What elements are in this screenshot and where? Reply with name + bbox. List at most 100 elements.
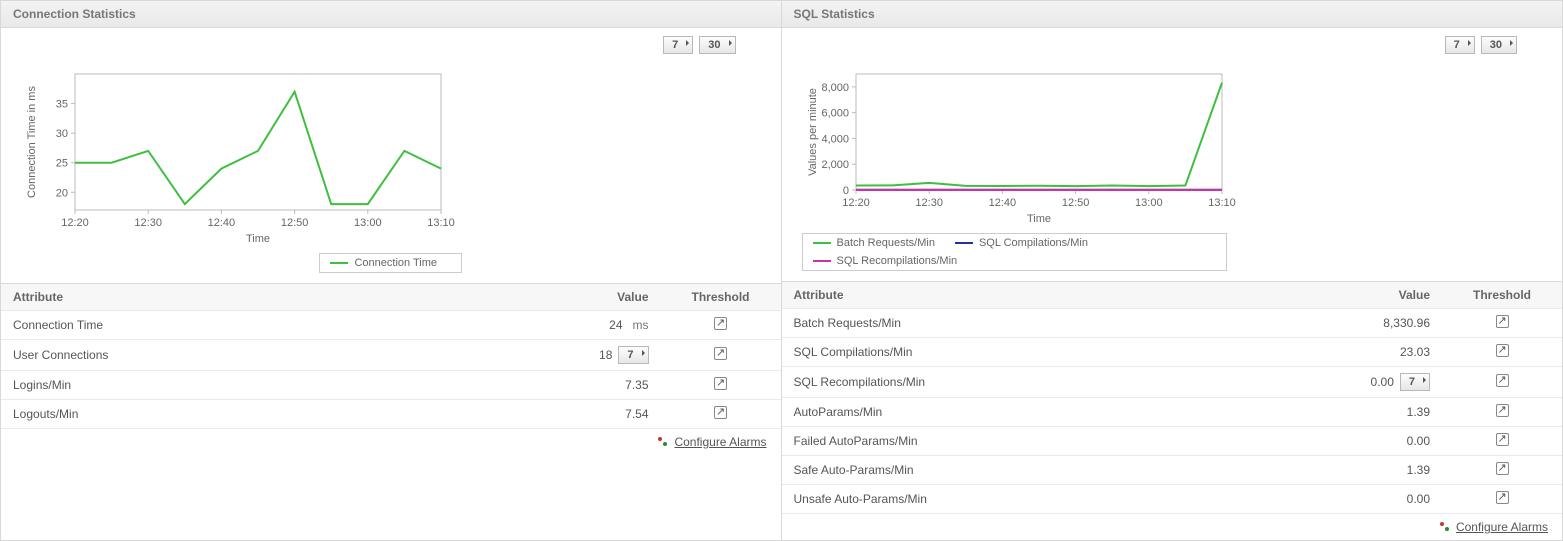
legend-label: Connection Time xyxy=(354,257,437,269)
threshold-icon[interactable] xyxy=(714,377,727,390)
svg-text:0: 0 xyxy=(842,185,848,197)
configure-alarms-row: Configure Alarms xyxy=(1,429,781,455)
range-30-button[interactable]: 30 xyxy=(1481,36,1517,54)
svg-text:13:10: 13:10 xyxy=(427,217,455,229)
svg-text:12:30: 12:30 xyxy=(134,217,162,229)
threshold-icon[interactable] xyxy=(1496,344,1509,357)
table-sql-stats: Attribute Value Threshold Batch Requests… xyxy=(782,281,1563,514)
col-attribute: Attribute xyxy=(1,284,501,311)
range-7-button[interactable]: 7 xyxy=(1445,36,1475,54)
chart-sql-stats: 02,0004,0006,0008,00012:2012:3012:4012:5… xyxy=(782,54,1563,281)
threshold-icon[interactable] xyxy=(714,317,727,330)
col-attribute: Attribute xyxy=(782,282,1283,309)
svg-text:12:20: 12:20 xyxy=(61,217,89,229)
value-cell: 7.54 xyxy=(501,400,661,429)
table-connection-stats: Attribute Value Threshold Connection Tim… xyxy=(1,283,781,429)
alarm-icon xyxy=(1440,522,1450,532)
legend-swatch-icon xyxy=(813,260,831,262)
threshold-cell xyxy=(661,371,781,400)
svg-text:Time: Time xyxy=(246,233,270,245)
legend-item: SQL Compilations/Min xyxy=(955,237,1088,249)
range-30-button[interactable]: 30 xyxy=(699,36,735,54)
threshold-icon[interactable] xyxy=(714,347,727,360)
threshold-icon[interactable] xyxy=(1496,404,1509,417)
svg-text:2,000: 2,000 xyxy=(821,159,849,171)
configure-alarms-link[interactable]: Configure Alarms xyxy=(674,435,766,449)
threshold-cell xyxy=(1442,367,1562,398)
col-threshold: Threshold xyxy=(1442,282,1562,309)
threshold-cell xyxy=(661,400,781,429)
legend: Batch Requests/Min SQL Compilations/Min SQ… xyxy=(802,233,1227,271)
legend-item: Batch Requests/Min xyxy=(813,237,935,249)
value-cell: 23.03 xyxy=(1282,338,1442,367)
value-cell: 0.007 xyxy=(1282,367,1442,398)
svg-text:13:10: 13:10 xyxy=(1208,197,1236,209)
svg-text:13:00: 13:00 xyxy=(354,217,382,229)
svg-text:12:40: 12:40 xyxy=(988,197,1016,209)
value-cell: 8,330.96 xyxy=(1282,309,1442,338)
svg-text:Connection Time in ms: Connection Time in ms xyxy=(26,86,38,198)
legend-swatch-icon xyxy=(330,262,348,264)
range-buttons-row: 7 30 xyxy=(1,28,781,54)
threshold-icon[interactable] xyxy=(1496,374,1509,387)
threshold-icon[interactable] xyxy=(1496,315,1509,328)
col-threshold: Threshold xyxy=(661,284,781,311)
attr-cell: SQL Compilations/Min xyxy=(782,338,1283,367)
threshold-cell xyxy=(661,311,781,340)
value-cell: 1.39 xyxy=(1282,398,1442,427)
attr-cell: SQL Recompilations/Min xyxy=(782,367,1283,398)
attr-cell: Connection Time xyxy=(1,311,501,340)
attr-cell: Logouts/Min xyxy=(1,400,501,429)
table-row: AutoParams/Min1.39 xyxy=(782,398,1563,427)
threshold-cell xyxy=(1442,398,1562,427)
legend-item: Connection Time xyxy=(330,257,437,269)
svg-text:12:50: 12:50 xyxy=(281,217,309,229)
panel-title: Connection Statistics xyxy=(1,1,781,28)
svg-text:25: 25 xyxy=(56,158,68,170)
svg-text:20: 20 xyxy=(56,187,68,199)
legend: Connection Time xyxy=(319,253,462,273)
attr-cell: Safe Auto-Params/Min xyxy=(782,456,1283,485)
threshold-cell xyxy=(1442,485,1562,514)
legend-label: SQL Compilations/Min xyxy=(979,237,1088,249)
threshold-icon[interactable] xyxy=(1496,433,1509,446)
attr-cell: Batch Requests/Min xyxy=(782,309,1283,338)
table-row: Logouts/Min7.54 xyxy=(1,400,781,429)
value-cell: 0.00 xyxy=(1282,427,1442,456)
threshold-cell xyxy=(1442,427,1562,456)
attr-cell: Failed AutoParams/Min xyxy=(782,427,1283,456)
svg-text:12:20: 12:20 xyxy=(842,197,870,209)
attr-cell: AutoParams/Min xyxy=(782,398,1283,427)
threshold-icon[interactable] xyxy=(1496,462,1509,475)
table-row: Connection Time24ms xyxy=(1,311,781,340)
legend-item: SQL Recompilations/Min xyxy=(813,255,958,267)
svg-text:12:40: 12:40 xyxy=(208,217,236,229)
panel-title: SQL Statistics xyxy=(782,1,1563,28)
table-row: Logins/Min7.35 xyxy=(1,371,781,400)
table-row: SQL Recompilations/Min0.007 xyxy=(782,367,1563,398)
svg-text:6,000: 6,000 xyxy=(821,108,849,120)
value-cell: 24ms xyxy=(501,311,661,340)
detail-button[interactable]: 7 xyxy=(618,346,648,364)
threshold-cell xyxy=(1442,309,1562,338)
table-row: Unsafe Auto-Params/Min0.00 xyxy=(782,485,1563,514)
alarm-icon xyxy=(658,437,668,447)
threshold-icon[interactable] xyxy=(714,406,727,419)
chart-connection-time: 2025303512:2012:3012:4012:5013:0013:10Ti… xyxy=(1,54,781,283)
detail-button[interactable]: 7 xyxy=(1400,373,1430,391)
configure-alarms-row: Configure Alarms xyxy=(782,514,1563,540)
threshold-cell xyxy=(1442,456,1562,485)
range-7-button[interactable]: 7 xyxy=(663,36,693,54)
svg-text:30: 30 xyxy=(56,128,68,140)
legend-swatch-icon xyxy=(955,242,973,244)
value-cell: 187 xyxy=(501,340,661,371)
svg-text:12:50: 12:50 xyxy=(1061,197,1089,209)
dashboard: Connection Statistics 7 30 2025303512:20… xyxy=(0,0,1563,541)
panel-connection-statistics: Connection Statistics 7 30 2025303512:20… xyxy=(1,1,782,540)
attr-cell: Unsafe Auto-Params/Min xyxy=(782,485,1283,514)
threshold-icon[interactable] xyxy=(1496,491,1509,504)
configure-alarms-link[interactable]: Configure Alarms xyxy=(1456,520,1548,534)
value-cell: 1.39 xyxy=(1282,456,1442,485)
svg-text:Time: Time xyxy=(1026,213,1050,225)
value-cell: 7.35 xyxy=(501,371,661,400)
